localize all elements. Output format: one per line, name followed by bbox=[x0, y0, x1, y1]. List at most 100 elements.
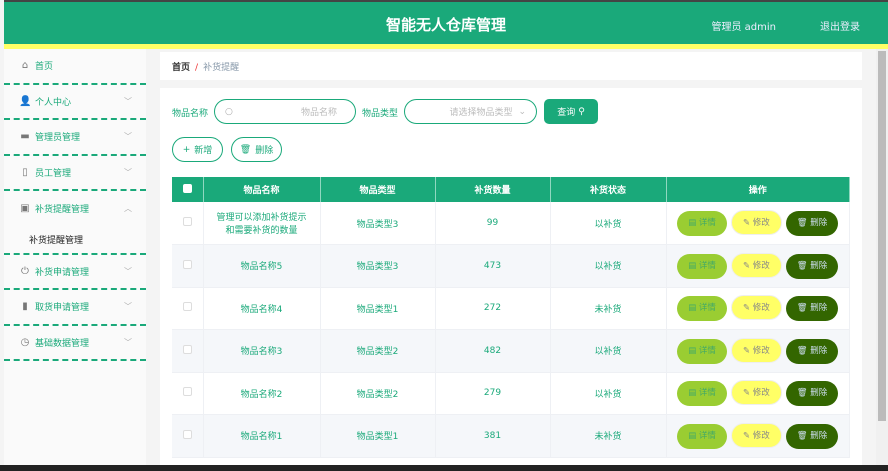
detail-label: 详情 bbox=[698, 218, 716, 228]
sidebar-item[interactable]: ⏻ 补货申请管理 ﹀ bbox=[4, 255, 146, 290]
restock-table: 物品名称 物品类型 补货数量 补货状态 操作 管理可以添加补货提示 和需要补货的… bbox=[172, 177, 850, 458]
edit-label: 修改 bbox=[752, 388, 770, 399]
sidebar-item[interactable]: 👤 个人中心 ﹀ bbox=[4, 85, 146, 120]
delete-button[interactable]: 🗑 删除 bbox=[785, 423, 839, 449]
power-icon: ⏻ bbox=[21, 265, 29, 277]
row-checkbox[interactable] bbox=[182, 259, 192, 269]
content-card: 物品名称 ○ 物品名称 物品类型 请选择物品类型 ⌄ 查询 ⚲ + 新增 🗑 删除 物… bbox=[160, 88, 862, 465]
select-all-checkbox[interactable] bbox=[182, 183, 192, 193]
detail-button[interactable]: ▤ 详情 bbox=[677, 381, 727, 407]
row-checkbox[interactable] bbox=[182, 217, 192, 226]
detail-button[interactable]: ▤ 详情 bbox=[677, 338, 727, 364]
document-icon: ▤ bbox=[688, 388, 699, 399]
pencil-icon: ✎ bbox=[742, 260, 753, 271]
column-header: 物品类型 bbox=[320, 177, 436, 202]
breadcrumb: 首页 / 补货提醒 bbox=[160, 52, 862, 80]
delete-button[interactable]: 🗑 删除 bbox=[785, 211, 839, 236]
restock-status: 未补货 bbox=[550, 414, 667, 458]
edit-button[interactable]: ✎ 修改 bbox=[730, 295, 782, 321]
edit-button[interactable]: ✎ 修改 bbox=[730, 252, 782, 278]
edit-label: 修改 bbox=[752, 303, 770, 314]
delete-button[interactable]: 🗑 删除 bbox=[785, 296, 839, 322]
edit-label: 修改 bbox=[752, 218, 770, 228]
top-header: 智能无人仓库管理 管理员 admin 退出登录 bbox=[4, 0, 888, 44]
item-name: 物品名称1 bbox=[203, 414, 321, 458]
edit-label: 修改 bbox=[752, 345, 770, 356]
plus-icon: + bbox=[182, 144, 191, 155]
sidebar-item[interactable]: ▮ 取货申请管理 ﹀ bbox=[4, 290, 146, 326]
trash-icon: 🗑 bbox=[796, 388, 811, 399]
detail-label: 详情 bbox=[698, 388, 716, 399]
sidebar-item-label: 补货申请管理 bbox=[35, 267, 90, 278]
sidebar-item-label: 取货申请管理 bbox=[35, 303, 90, 314]
add-button[interactable]: + 新增 bbox=[172, 137, 223, 162]
row-checkbox[interactable] bbox=[182, 429, 192, 439]
item-name: 物品名称3 bbox=[203, 329, 321, 373]
row-checkbox[interactable] bbox=[182, 344, 192, 354]
add-label: 新增 bbox=[194, 146, 213, 156]
user-icon: 👤 bbox=[19, 95, 32, 107]
microphone-icon: ▯ bbox=[22, 166, 28, 178]
chevron-down-icon: ﹀ bbox=[124, 167, 132, 177]
sidebar-item[interactable]: ▬ 管理员管理 ﹀ bbox=[4, 120, 146, 156]
item-name: 物品名称4 bbox=[203, 287, 321, 330]
detail-button[interactable]: ▤ 详情 bbox=[677, 296, 727, 322]
chevron-down-icon: ﹀ bbox=[124, 337, 132, 347]
sidebar-subitem[interactable]: 补货提醒管理 bbox=[4, 227, 146, 255]
detail-button[interactable]: ▤ 详情 bbox=[677, 211, 727, 236]
table-row: 物品名称1 物品类型1 381 未补货 ▤ 详情 ✎ 修改 🗑 删除 bbox=[172, 414, 850, 458]
chevron-down-icon: ﹀ bbox=[124, 132, 132, 142]
sidebar-item-label: 补货提醒管理 bbox=[35, 205, 90, 216]
delete-button[interactable]: 🗑 删除 bbox=[785, 381, 839, 407]
edit-button[interactable]: ✎ 修改 bbox=[730, 422, 782, 448]
item-name: 物品名称5 bbox=[203, 244, 321, 288]
row-actions: ▤ 详情 ✎ 修改 🗑 删除 bbox=[666, 244, 850, 288]
row-checkbox[interactable] bbox=[182, 387, 192, 397]
detail-button[interactable]: ▤ 详情 bbox=[677, 423, 727, 449]
clipboard-icon: ▣ bbox=[20, 203, 30, 215]
table-row: 物品名称4 物品类型1 272 未补货 ▤ 详情 ✎ 修改 🗑 删除 bbox=[172, 287, 850, 330]
scrollbar[interactable] bbox=[876, 49, 888, 465]
sidebar-item-label: 基础数据管理 bbox=[35, 338, 90, 349]
sidebar-item[interactable]: ▣ 补货提醒管理 ︿ bbox=[4, 191, 146, 227]
detail-button[interactable]: ▤ 详情 bbox=[677, 253, 727, 279]
trash-icon: 🗑 bbox=[796, 430, 811, 441]
sidebar-item[interactable]: ⌂ 首页 bbox=[4, 49, 146, 85]
item-name: 物品名称2 bbox=[203, 372, 321, 415]
sidebar-item[interactable]: ◷ 基础数据管理 ﹀ bbox=[4, 326, 146, 361]
breadcrumb-home[interactable]: 首页 bbox=[172, 63, 190, 73]
edit-label: 修改 bbox=[752, 430, 770, 441]
delete-label: 删除 bbox=[255, 146, 274, 156]
delete-button[interactable]: 🗑 删除 bbox=[785, 338, 839, 364]
delete-label: 删除 bbox=[810, 260, 828, 271]
batch-delete-button[interactable]: 🗑 删除 bbox=[231, 137, 282, 162]
pencil-icon: ✎ bbox=[742, 345, 753, 356]
query-label: 查询 bbox=[557, 108, 576, 118]
name-search-input[interactable]: ○ 物品名称 bbox=[214, 99, 356, 124]
delete-button[interactable]: 🗑 删除 bbox=[785, 253, 839, 279]
edit-button[interactable]: ✎ 修改 bbox=[730, 380, 782, 406]
edit-button[interactable]: ✎ 修改 bbox=[730, 337, 782, 363]
taskbar bbox=[0, 465, 888, 471]
delete-label: 删除 bbox=[810, 388, 828, 399]
ticket-icon: ▬ bbox=[20, 131, 30, 143]
query-button[interactable]: 查询 ⚲ bbox=[544, 99, 598, 124]
type-select[interactable]: 请选择物品类型 ⌄ bbox=[404, 99, 537, 124]
chevron-down-icon: ﹀ bbox=[124, 266, 132, 276]
restock-quantity: 279 bbox=[435, 372, 551, 415]
row-select-cell bbox=[172, 287, 204, 330]
edit-button[interactable]: ✎ 修改 bbox=[730, 210, 782, 235]
restock-quantity: 381 bbox=[435, 414, 551, 458]
detail-label: 详情 bbox=[698, 430, 716, 441]
clock-icon: ◷ bbox=[20, 336, 30, 348]
document-icon: ▤ bbox=[688, 218, 699, 228]
sidebar-item-label: 个人中心 bbox=[35, 97, 72, 108]
restock-status: 以补货 bbox=[550, 329, 667, 373]
logout-link[interactable]: 退出登录 bbox=[820, 18, 860, 33]
delete-label: 删除 bbox=[810, 218, 828, 228]
trash-icon: 🗑 bbox=[796, 260, 811, 271]
table-row: 管理可以添加补货提示 和需要补货的数量 物品类型3 99 以补货 ▤ 详情 ✎ 修… bbox=[172, 202, 850, 245]
scrollbar-thumb[interactable] bbox=[878, 51, 886, 421]
row-checkbox[interactable] bbox=[182, 302, 192, 312]
sidebar-item[interactable]: ▯ 员工管理 ﹀ bbox=[4, 156, 146, 191]
